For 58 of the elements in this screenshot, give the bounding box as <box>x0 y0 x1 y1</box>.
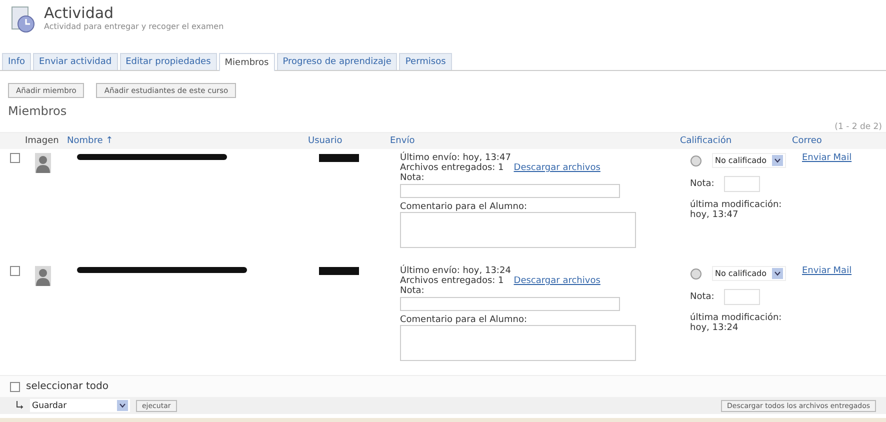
column-header[interactable]: Correo <box>792 136 876 146</box>
download-link[interactable]: Descargar archivos <box>514 276 600 286</box>
status-icon <box>690 154 702 166</box>
field-label: Comentario para el Alumno: <box>400 202 527 212</box>
grade-field[interactable] <box>724 289 760 305</box>
avatar-icon <box>35 266 51 286</box>
column-header[interactable]: Envío <box>390 136 680 146</box>
select-all-checkbox[interactable] <box>10 382 20 392</box>
note-field[interactable] <box>400 297 620 311</box>
action-dropdown[interactable]: Guardar <box>30 399 130 412</box>
tab[interactable]: Editar propiedades <box>120 53 217 70</box>
column-header[interactable]: Usuario <box>308 136 390 146</box>
field-label: Comentario para el Alumno: <box>400 315 527 325</box>
tab[interactable]: Progreso de aprendizaje <box>276 53 398 70</box>
field-label: Nota: <box>400 173 424 183</box>
page-subtitle: Actividad para entregar y recoger el examen <box>44 22 224 31</box>
submission-time: Último envío: hoy, 13:47 <box>400 153 511 163</box>
tab[interactable]: Miembros <box>218 53 275 71</box>
modified-time: hoy, 13:47 <box>690 210 738 220</box>
tab[interactable]: Permisos <box>399 53 452 70</box>
redaction-mark <box>318 153 360 163</box>
select-all-label: seleccionar todo <box>26 381 108 392</box>
result-count: (1 - 2 de 2) <box>834 122 882 132</box>
tab[interactable]: Enviar actividad <box>33 53 118 70</box>
mail-link[interactable]: Enviar Mail <box>802 266 852 276</box>
caret-icon <box>117 400 128 411</box>
modified-label: última modificación: <box>690 313 782 323</box>
grade-dropdown[interactable]: No calificado <box>712 153 786 168</box>
download-link[interactable]: Descargar archivos <box>514 163 600 173</box>
row-checkbox[interactable] <box>10 266 20 276</box>
files-count: Archivos entregados: 1 <box>400 163 504 173</box>
page-title: Actividad <box>44 4 115 22</box>
column-header[interactable]: Nombre ↑ <box>67 136 308 146</box>
redaction-mark <box>318 266 360 276</box>
avatar-icon <box>35 153 51 173</box>
modified-time: hoy, 13:24 <box>690 323 738 333</box>
modified-label: última modificación: <box>690 200 782 210</box>
tab[interactable]: Info <box>2 53 32 70</box>
comment-field[interactable] <box>400 212 636 248</box>
column-header: Imagen <box>25 136 60 146</box>
section-title: Miembros <box>7 103 68 118</box>
comment-field[interactable] <box>400 325 636 361</box>
row-checkbox[interactable] <box>10 153 20 163</box>
mail-link[interactable]: Enviar Mail <box>802 153 852 163</box>
files-count: Archivos entregados: 1 <box>400 276 504 286</box>
grade-field[interactable] <box>724 176 760 192</box>
corner-arrow-icon <box>16 401 24 410</box>
field-label: Nota: <box>690 179 714 189</box>
clock-document-icon <box>10 6 36 34</box>
status-icon <box>690 268 702 280</box>
column-header[interactable]: Calificación <box>680 136 792 146</box>
field-label: Nota: <box>690 292 714 302</box>
caret-icon <box>772 155 784 166</box>
grade-dropdown[interactable]: No calificado <box>712 266 786 281</box>
field-label: Nota: <box>400 286 424 296</box>
submission-time: Último envío: hoy, 13:24 <box>400 266 511 276</box>
caret-icon <box>772 268 784 279</box>
note-field[interactable] <box>400 184 620 198</box>
